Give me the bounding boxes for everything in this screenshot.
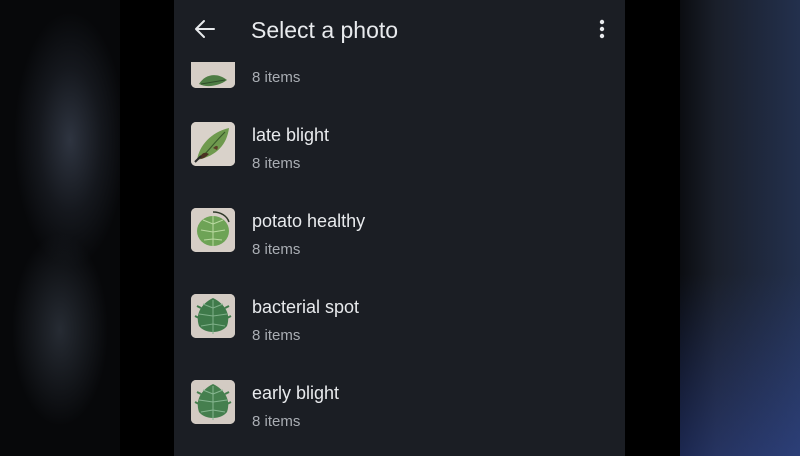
album-thumbnail [191, 208, 235, 252]
album-item-bacterial-spot[interactable]: bacterial spot 8 items [174, 292, 625, 372]
blurred-backdrop-left [0, 0, 120, 456]
album-item-late-blight[interactable]: late blight 8 items [174, 120, 625, 200]
album-list: 8 items late blight 8 items potato healt… [174, 0, 625, 456]
back-button[interactable] [188, 14, 222, 48]
album-count: 8 items [252, 241, 301, 258]
letterbox-right [625, 0, 680, 456]
album-item-potato-healthy[interactable]: potato healthy 8 items [174, 206, 625, 286]
album-thumbnail [191, 294, 235, 338]
blurred-backdrop-right [680, 0, 800, 456]
album-item-early-blight[interactable]: early blight 8 items [174, 378, 625, 456]
album-count: 8 items [252, 69, 301, 86]
more-vert-icon [599, 19, 605, 44]
arrow-left-icon [194, 18, 216, 45]
album-count: 8 items [252, 155, 301, 172]
page-title: Select a photo [251, 17, 399, 43]
album-name: bacterial spot [252, 297, 360, 317]
album-count: 8 items [252, 327, 301, 344]
album-thumbnail [191, 380, 235, 424]
letterbox-left [120, 0, 174, 456]
album-name: early blight [252, 383, 340, 403]
more-options-button[interactable] [588, 16, 616, 46]
album-thumbnail [191, 122, 235, 166]
album-count: 8 items [252, 413, 301, 430]
top-app-bar: Select a photo [174, 0, 625, 62]
album-name: potato healthy [252, 211, 366, 231]
phone-screen: 8 items late blight 8 items potato healt… [174, 0, 625, 456]
album-name: late blight [252, 125, 330, 145]
